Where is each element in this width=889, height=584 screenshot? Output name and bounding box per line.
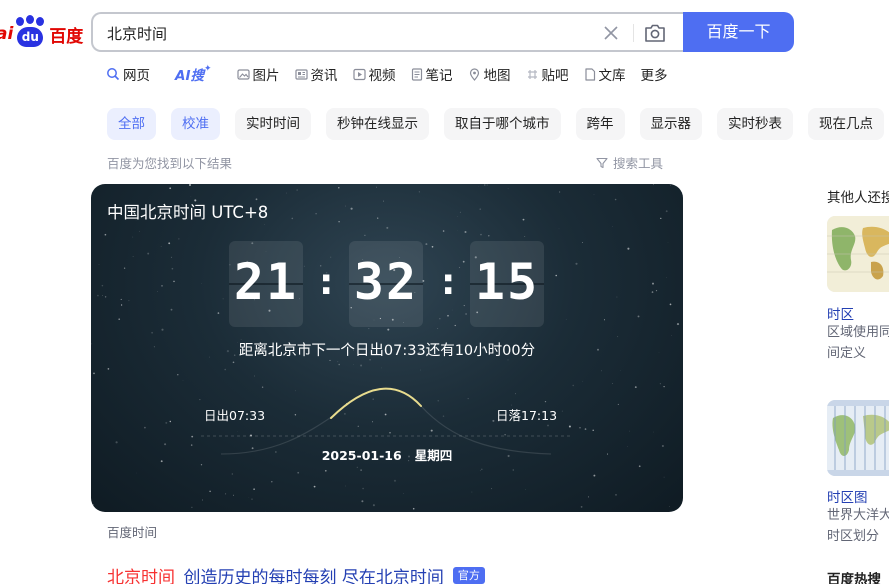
baidu-results-page: ai du 百度 百度一下 网页 AI搜✦ 图片 — [0, 0, 889, 584]
related-item-desc: 世界大洋大 — [827, 508, 889, 523]
sparkle-icon: ✦ — [203, 64, 212, 74]
video-icon — [352, 68, 366, 80]
baidu-logo[interactable]: ai du 百度 — [0, 14, 83, 54]
date-weekday: 2025-01-16 星期四 — [91, 445, 683, 464]
image-icon — [236, 68, 250, 80]
chip-what-time[interactable]: 现在几点 — [808, 108, 884, 140]
sunset-label: 日落17:13 — [496, 408, 558, 423]
related-item-desc: 间定义 — [827, 346, 867, 361]
chip-stopwatch[interactable]: 实时秒表 — [717, 108, 793, 140]
card-source[interactable]: 百度时间 — [107, 522, 157, 541]
search-input[interactable] — [107, 22, 577, 44]
filter-icon — [596, 157, 608, 168]
sunrise-label: 日出07:33 — [204, 408, 266, 423]
tieba-icon — [527, 69, 537, 79]
chip-display[interactable]: 显示器 — [639, 108, 702, 140]
tab-docs[interactable]: 文库 — [584, 64, 626, 84]
search-button[interactable]: 百度一下 — [683, 12, 794, 52]
tab-maps[interactable]: 地图 — [468, 64, 511, 84]
search-icon — [107, 68, 120, 81]
official-badge: 官方 — [452, 567, 485, 584]
first-result-title[interactable]: 北京时间 _创造历史的每时每刻 尽在北京时间 官方 — [107, 563, 485, 584]
world-map-icon — [827, 216, 889, 292]
tab-notes[interactable]: 笔记 — [411, 64, 453, 84]
related-item-desc: 区域使用同 — [827, 325, 889, 340]
related-chips: 全部 校准 实时时间 秒钟在线显示 取自于哪个城市 跨年 显示器 实时秒表 现在… — [107, 108, 889, 140]
related-item-desc: 时区划分 — [827, 529, 880, 544]
tab-label: 视频 — [368, 68, 396, 84]
related-searches-heading: 其他人还搜 — [827, 190, 889, 206]
search-tools-button[interactable]: 搜索工具 — [596, 153, 663, 172]
logo-name: 百度 — [49, 26, 84, 47]
map-icon — [469, 67, 479, 81]
beijing-time-card: 中国北京时间 UTC+8 21 : 32 : 15 距离北京市下一个日出07:3… — [91, 184, 683, 512]
tab-label: 贴吧 — [541, 68, 569, 84]
timezone-chart-icon — [827, 400, 889, 476]
chip-calibrate[interactable]: 校准 — [171, 108, 220, 140]
chip-which-city[interactable]: 取自于哪个城市 — [444, 108, 561, 140]
tab-label: 文库 — [598, 68, 626, 84]
doc-icon — [584, 67, 595, 81]
chip-realtime[interactable]: 实时时间 — [235, 108, 311, 140]
news-icon — [294, 68, 308, 80]
tab-label: 笔记 — [425, 68, 453, 84]
tab-news[interactable]: 资讯 — [294, 64, 338, 84]
tab-images[interactable]: 图片 — [236, 64, 280, 84]
search-tabs: 网页 AI搜 ✦ 图片 资讯 视频 笔记 地图 贴吧 文库 更多 — [106, 64, 683, 84]
chip-seconds-online[interactable]: 秒钟在线显示 — [326, 108, 429, 140]
tab-label: 资讯 — [310, 68, 338, 84]
timezone-map-thumbnail[interactable] — [827, 216, 889, 292]
logo-prefix: ai — [0, 24, 14, 44]
timezone-chart-thumbnail[interactable] — [827, 400, 889, 476]
result-title-highlight[interactable]: 北京时间 — [107, 563, 175, 584]
tab-web[interactable]: 网页 — [106, 64, 150, 84]
ai-icon: AI搜 — [175, 68, 204, 84]
chip-new-year[interactable]: 跨年 — [575, 108, 625, 140]
search-tools-label: 搜索工具 — [613, 156, 664, 171]
results-count-text: 百度为您找到以下结果 — [107, 156, 233, 171]
close-icon[interactable] — [601, 23, 621, 43]
tab-tieba[interactable]: 贴吧 — [526, 64, 569, 84]
related-item-title[interactable]: 时区图 — [827, 486, 868, 506]
paw-icon: du — [13, 15, 47, 51]
tab-label: 网页 — [123, 68, 150, 84]
camera-icon[interactable] — [643, 22, 667, 44]
search-divider — [633, 24, 634, 42]
tab-label: 图片 — [252, 68, 280, 84]
logo-badge: du — [17, 27, 44, 47]
result-title-rest[interactable]: _创造历史的每时每刻 尽在北京时间 — [175, 563, 444, 584]
tab-label: 地图 — [483, 68, 511, 84]
tab-ai-search[interactable]: AI搜 ✦ — [175, 64, 212, 84]
note-icon — [411, 67, 422, 81]
clock-date: 2025-01-16 — [321, 448, 402, 463]
hot-search-heading: 百度热搜 — [827, 572, 881, 584]
clock-weekday: 星期四 — [414, 448, 453, 463]
tab-videos[interactable]: 视频 — [352, 64, 396, 84]
tab-label: 更多 — [640, 68, 668, 84]
chip-all[interactable]: 全部 — [107, 108, 156, 140]
tab-more[interactable]: 更多 — [641, 64, 668, 84]
search-box — [91, 12, 684, 52]
related-item-title[interactable]: 时区 — [827, 303, 854, 323]
